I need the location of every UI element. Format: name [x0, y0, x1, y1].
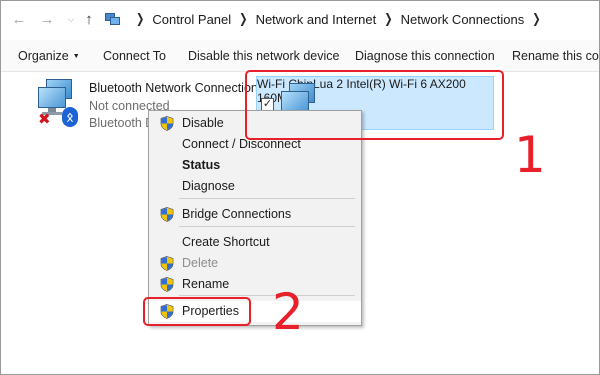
- breadcrumb-chevron-icon[interactable]: ❯: [532, 12, 540, 26]
- menu-separator: [179, 198, 355, 199]
- menu-separator: [179, 226, 355, 227]
- step-number-2: 2: [272, 283, 304, 341]
- breadcrumb-network-and-internet[interactable]: Network and Internet: [256, 12, 377, 27]
- menu-item-label: Delete: [182, 256, 219, 270]
- rename-connection-button[interactable]: Rename this connection: [512, 49, 600, 63]
- caret-down-icon: ▼: [72, 53, 80, 60]
- bluetooth-icon: ᛟ: [62, 107, 78, 127]
- menu-item-label: Properties: [182, 304, 239, 318]
- menu-separator: [179, 295, 355, 296]
- command-bar: Organize ▼ Connect To Disable this networ…: [0, 40, 600, 72]
- address-bar-row: ← → ⌵ ↑ ❯ Control Panel ❯ Network and In…: [0, 0, 600, 38]
- breadcrumb-control-panel[interactable]: Control Panel: [152, 12, 231, 27]
- breadcrumb-chevron-icon[interactable]: ❯: [239, 12, 247, 26]
- menu-item-rename[interactable]: Rename: [149, 274, 361, 295]
- forward-arrow-icon[interactable]: →: [38, 10, 56, 28]
- menu-item-status[interactable]: Status: [149, 155, 361, 176]
- up-arrow-icon[interactable]: ↑: [80, 10, 98, 28]
- menu-item-diagnose[interactable]: Diagnose: [149, 176, 361, 197]
- breadcrumb: ❯ Control Panel ❯ Network and Internet ❯…: [104, 9, 549, 29]
- connect-to-button[interactable]: Connect To: [103, 49, 166, 63]
- menu-item-properties[interactable]: Properties: [149, 301, 361, 322]
- menu-item-label: Create Shortcut: [182, 235, 270, 249]
- context-menu: Disable Connect / Disconnect Status Diagnos…: [148, 110, 362, 326]
- menu-item-label: Disable: [182, 116, 224, 130]
- menu-item-label: Status: [182, 158, 221, 172]
- uac-shield-icon: [160, 277, 174, 292]
- menu-item-label: Connect / Disconnect: [182, 137, 301, 151]
- menu-item-bridge-connections[interactable]: Bridge Connections: [149, 204, 361, 225]
- organize-label: Organize: [18, 49, 69, 63]
- menu-item-create-shortcut[interactable]: Create Shortcut: [149, 232, 361, 253]
- uac-shield-icon: [160, 304, 174, 319]
- recent-locations-chevron-icon[interactable]: ⌵: [62, 10, 80, 28]
- breadcrumb-chevron-icon[interactable]: ❯: [384, 12, 392, 26]
- organize-menu-button[interactable]: Organize ▼: [18, 49, 80, 63]
- menu-item-label: Diagnose: [182, 179, 235, 193]
- control-panel-icon: [104, 12, 120, 26]
- breadcrumb-chevron-icon[interactable]: ❯: [136, 12, 144, 26]
- menu-item-label: Bridge Connections: [182, 207, 292, 221]
- uac-shield-icon: [160, 256, 174, 271]
- menu-item-delete: Delete: [149, 253, 361, 274]
- disable-device-button[interactable]: Disable this network device: [188, 49, 339, 63]
- menu-item-label: Rename: [182, 277, 230, 291]
- menu-item-connect-disconnect[interactable]: Connect / Disconnect: [149, 134, 361, 155]
- uac-shield-icon: [160, 207, 174, 222]
- step-number-1: 1: [514, 126, 546, 184]
- adapter-name: Bluetooth Network Connection: [89, 81, 258, 95]
- uac-shield-icon: [160, 116, 174, 131]
- back-arrow-icon[interactable]: ←: [10, 10, 28, 28]
- disconnected-x-icon: ✖: [38, 111, 51, 128]
- diagnose-connection-button[interactable]: Diagnose this connection: [355, 49, 495, 63]
- menu-item-disable[interactable]: Disable: [149, 113, 361, 134]
- breadcrumb-network-connections[interactable]: Network Connections: [401, 12, 525, 27]
